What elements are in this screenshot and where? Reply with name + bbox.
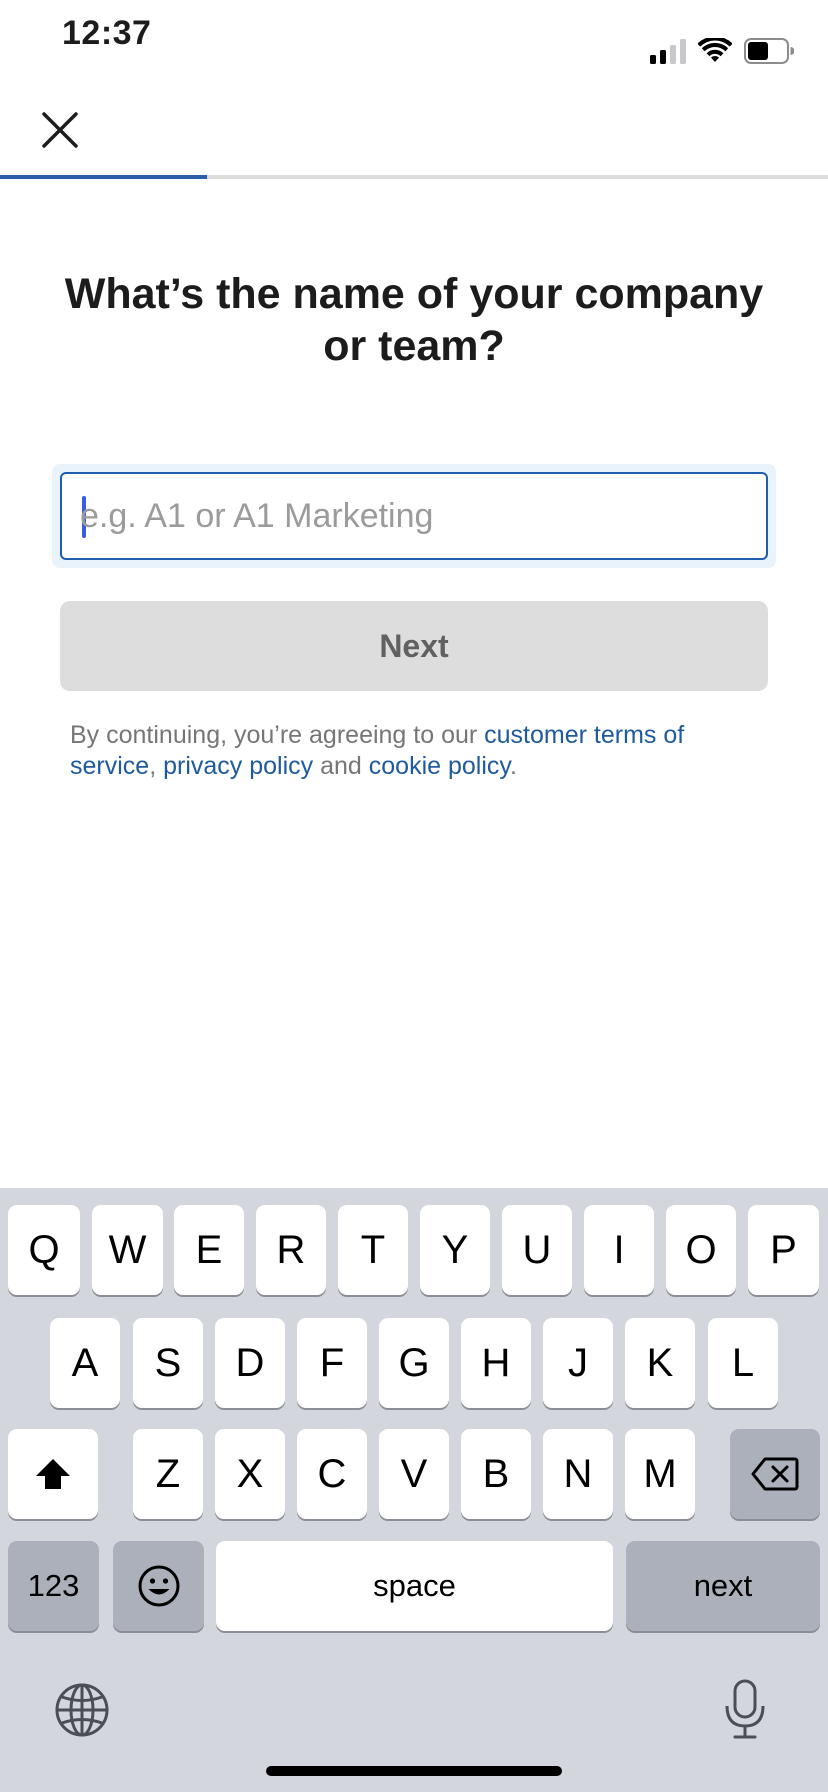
progress-fill xyxy=(0,175,207,179)
privacy-policy-link[interactable]: privacy policy xyxy=(163,752,313,780)
delete-key[interactable] xyxy=(730,1429,820,1519)
close-icon xyxy=(42,112,78,148)
next-key[interactable]: next xyxy=(626,1541,820,1631)
company-name-input[interactable] xyxy=(80,474,750,558)
shift-key[interactable] xyxy=(8,1429,98,1519)
key-x[interactable]: X xyxy=(215,1429,285,1519)
company-name-field[interactable] xyxy=(60,472,768,560)
key-f[interactable]: F xyxy=(297,1318,367,1408)
key-j[interactable]: J xyxy=(543,1318,613,1408)
key-d[interactable]: D xyxy=(215,1318,285,1408)
key-p[interactable]: P xyxy=(748,1205,819,1295)
key-o[interactable]: O xyxy=(666,1205,736,1295)
status-time: 12:37 xyxy=(62,14,152,52)
key-n[interactable]: N xyxy=(543,1429,613,1519)
numbers-key[interactable]: 123 xyxy=(8,1541,99,1631)
key-k[interactable]: K xyxy=(625,1318,695,1408)
emoji-icon xyxy=(138,1565,179,1607)
key-a[interactable]: A xyxy=(50,1318,120,1408)
key-e[interactable]: E xyxy=(174,1205,244,1295)
shift-icon xyxy=(36,1459,70,1489)
legal-and: and xyxy=(313,752,369,780)
key-u[interactable]: U xyxy=(502,1205,572,1295)
next-button[interactable]: Next xyxy=(60,601,768,691)
signal-icon xyxy=(650,38,686,64)
key-q[interactable]: Q xyxy=(8,1205,80,1295)
legal-suffix: . xyxy=(510,752,517,780)
key-m[interactable]: M xyxy=(625,1429,695,1519)
key-w[interactable]: W xyxy=(92,1205,163,1295)
key-y[interactable]: Y xyxy=(420,1205,490,1295)
key-b[interactable]: B xyxy=(461,1429,531,1519)
cookie-policy-link[interactable]: cookie policy xyxy=(369,752,510,780)
key-c[interactable]: C xyxy=(297,1429,367,1519)
key-t[interactable]: T xyxy=(338,1205,408,1295)
space-key[interactable]: space xyxy=(216,1541,613,1631)
key-l[interactable]: L xyxy=(708,1318,778,1408)
home-indicator xyxy=(266,1766,562,1776)
globe-icon[interactable] xyxy=(54,1682,110,1738)
keyboard: Q W E R T Y U I O P A S D F G H J K L Z … xyxy=(0,1188,828,1792)
key-v[interactable]: V xyxy=(379,1429,449,1519)
legal-comma: , xyxy=(149,752,164,780)
key-r[interactable]: R xyxy=(256,1205,326,1295)
microphone-icon[interactable] xyxy=(724,1678,766,1740)
key-g[interactable]: G xyxy=(379,1318,449,1408)
delete-icon xyxy=(751,1457,799,1491)
page-title: What’s the name of your company or team? xyxy=(64,270,764,370)
key-i[interactable]: I xyxy=(584,1205,654,1295)
legal-prefix: By continuing, you’re agreeing to our xyxy=(70,721,485,749)
status-icons xyxy=(650,30,794,64)
key-h[interactable]: H xyxy=(461,1318,531,1408)
key-z[interactable]: Z xyxy=(133,1429,203,1519)
legal-text: By continuing, you’re agreeing to our cu… xyxy=(70,720,770,782)
emoji-key[interactable] xyxy=(113,1541,204,1631)
close-button[interactable] xyxy=(36,106,84,154)
status-bar: 12:37 xyxy=(0,0,828,80)
progress-bar xyxy=(0,175,828,179)
battery-icon xyxy=(744,38,794,64)
wifi-icon xyxy=(698,38,732,62)
key-s[interactable]: S xyxy=(133,1318,203,1408)
